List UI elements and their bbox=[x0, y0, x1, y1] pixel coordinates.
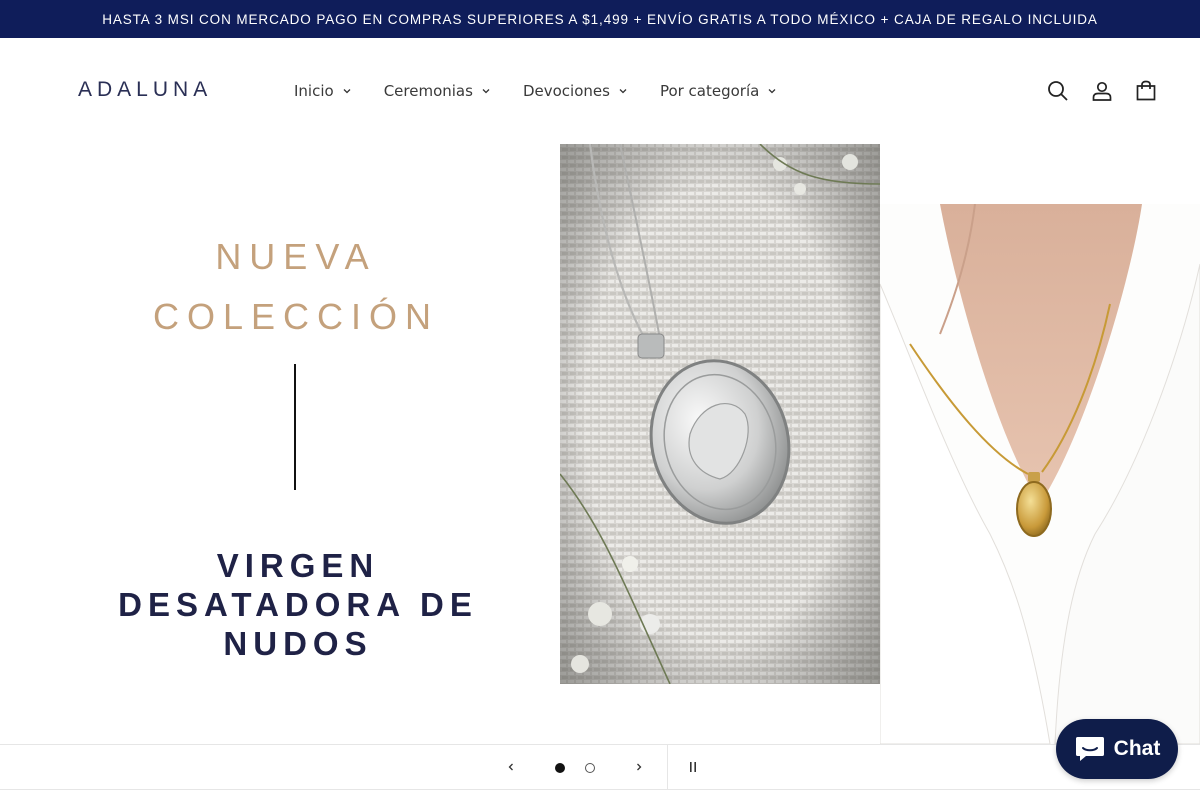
chat-bubble-icon bbox=[1075, 737, 1104, 761]
logo[interactable]: ADALUNA bbox=[78, 78, 212, 102]
chevron-down-icon bbox=[343, 89, 351, 94]
nav-item-label: Inicio bbox=[294, 82, 334, 100]
hero-slideshow: NUEVA COLECCIÓN VIRGEN DESATADORA DE NUD… bbox=[0, 144, 1200, 744]
account-icon[interactable] bbox=[1086, 72, 1118, 110]
next-slide-button[interactable] bbox=[617, 745, 661, 789]
chat-label: Chat bbox=[1113, 737, 1161, 760]
chevron-down-icon bbox=[482, 89, 490, 94]
chevron-down-icon bbox=[768, 89, 776, 94]
header-icons bbox=[1042, 72, 1162, 110]
chat-button[interactable]: Chat bbox=[1056, 719, 1178, 779]
controls-divider bbox=[667, 745, 668, 789]
main-nav: Inicio Ceremonias Devociones Por categor… bbox=[278, 78, 793, 104]
nav-item-ceremonias[interactable]: Ceremonias bbox=[368, 78, 507, 104]
nav-item-label: Por categoría bbox=[659, 82, 760, 100]
hero-image-medal-fabric bbox=[560, 144, 880, 684]
announcement-text: HASTA 3 MSI CON MERCADO PAGO EN COMPRAS … bbox=[102, 11, 1098, 27]
pause-icon bbox=[690, 762, 696, 772]
hero-title-line3: NUDOS bbox=[223, 625, 373, 662]
hero-image-model-necklace bbox=[880, 204, 1200, 744]
hero-title-line1: VIRGEN bbox=[216, 547, 380, 584]
slide-dot-1[interactable] bbox=[555, 763, 565, 773]
announcement-bar: HASTA 3 MSI CON MERCADO PAGO EN COMPRAS … bbox=[0, 0, 1200, 38]
hero-text-panel: NUEVA COLECCIÓN VIRGEN DESATADORA DE NUD… bbox=[0, 144, 560, 744]
hero-title-line2: DESATADORA DE bbox=[118, 586, 478, 623]
chevron-down-icon bbox=[619, 89, 627, 94]
site-header: ADALUNA Inicio Ceremonias Devociones Por… bbox=[0, 38, 1200, 144]
chevron-left-icon bbox=[508, 763, 513, 771]
nav-item-label: Devociones bbox=[522, 82, 610, 100]
hero-divider bbox=[294, 364, 296, 490]
nav-item-inicio[interactable]: Inicio bbox=[278, 78, 368, 104]
search-icon[interactable] bbox=[1042, 72, 1074, 110]
nav-item-label: Ceremonias bbox=[383, 82, 473, 100]
pause-slideshow-button[interactable] bbox=[671, 745, 715, 789]
nav-item-por-categoria[interactable]: Por categoría bbox=[644, 78, 793, 104]
slide-dot-2[interactable] bbox=[585, 763, 595, 773]
nav-item-devociones[interactable]: Devociones bbox=[507, 78, 644, 104]
cart-icon[interactable] bbox=[1130, 72, 1162, 110]
slideshow-controls bbox=[0, 744, 1200, 790]
hero-line2: COLECCIÓN bbox=[152, 296, 440, 337]
hero-line1: NUEVA bbox=[215, 236, 377, 277]
chevron-right-icon bbox=[637, 763, 642, 771]
previous-slide-button[interactable] bbox=[489, 745, 533, 789]
